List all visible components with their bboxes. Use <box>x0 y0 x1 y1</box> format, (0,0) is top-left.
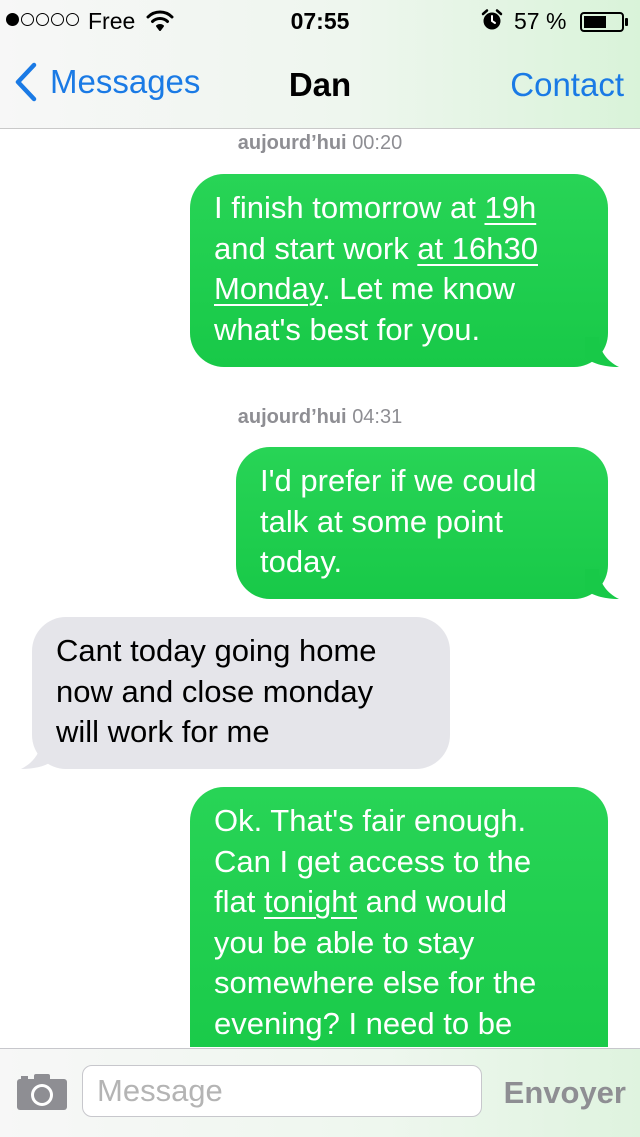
bubble-tail <box>585 569 619 599</box>
contact-button[interactable]: Contact <box>510 66 624 104</box>
navigation-bar: Messages Dan Contact <box>0 40 640 128</box>
message-thread[interactable]: aujourd’hui 00:20 I finish tomorrow at 1… <box>0 129 640 1047</box>
battery-percentage: 57 % <box>514 8 567 34</box>
timestamp: aujourd’hui 00:20 <box>237 132 403 154</box>
send-button[interactable]: Envoyer <box>504 1075 626 1111</box>
date-link[interactable]: Monday <box>214 271 322 306</box>
top-bar: Free 07:55 57 % Messages Dan Contact <box>0 0 640 129</box>
alarm-icon <box>480 8 504 38</box>
received-message-bubble[interactable]: Cant today going home now and close mond… <box>21 617 450 769</box>
compose-bar: Envoyer <box>0 1048 640 1137</box>
bubble-tail <box>21 739 55 769</box>
date-link[interactable]: tonight <box>264 884 357 919</box>
camera-icon[interactable] <box>16 1073 68 1111</box>
battery-icon <box>580 11 630 32</box>
sent-message-bubble[interactable]: Ok. That's fair enough. Can I get access… <box>190 787 608 1047</box>
bubble-tail <box>585 337 619 367</box>
status-bar: Free 07:55 57 % <box>0 0 640 40</box>
date-link[interactable]: 19h <box>484 190 536 225</box>
sent-message-bubble[interactable]: I'd prefer if we could talk at some poin… <box>236 447 619 599</box>
sent-message-bubble[interactable]: I finish tomorrow at 19h and start work … <box>190 174 619 367</box>
message-input[interactable] <box>82 1065 482 1117</box>
timestamp: aujourd’hui 04:31 <box>237 406 403 428</box>
date-link[interactable]: at 16h30 <box>417 231 538 266</box>
